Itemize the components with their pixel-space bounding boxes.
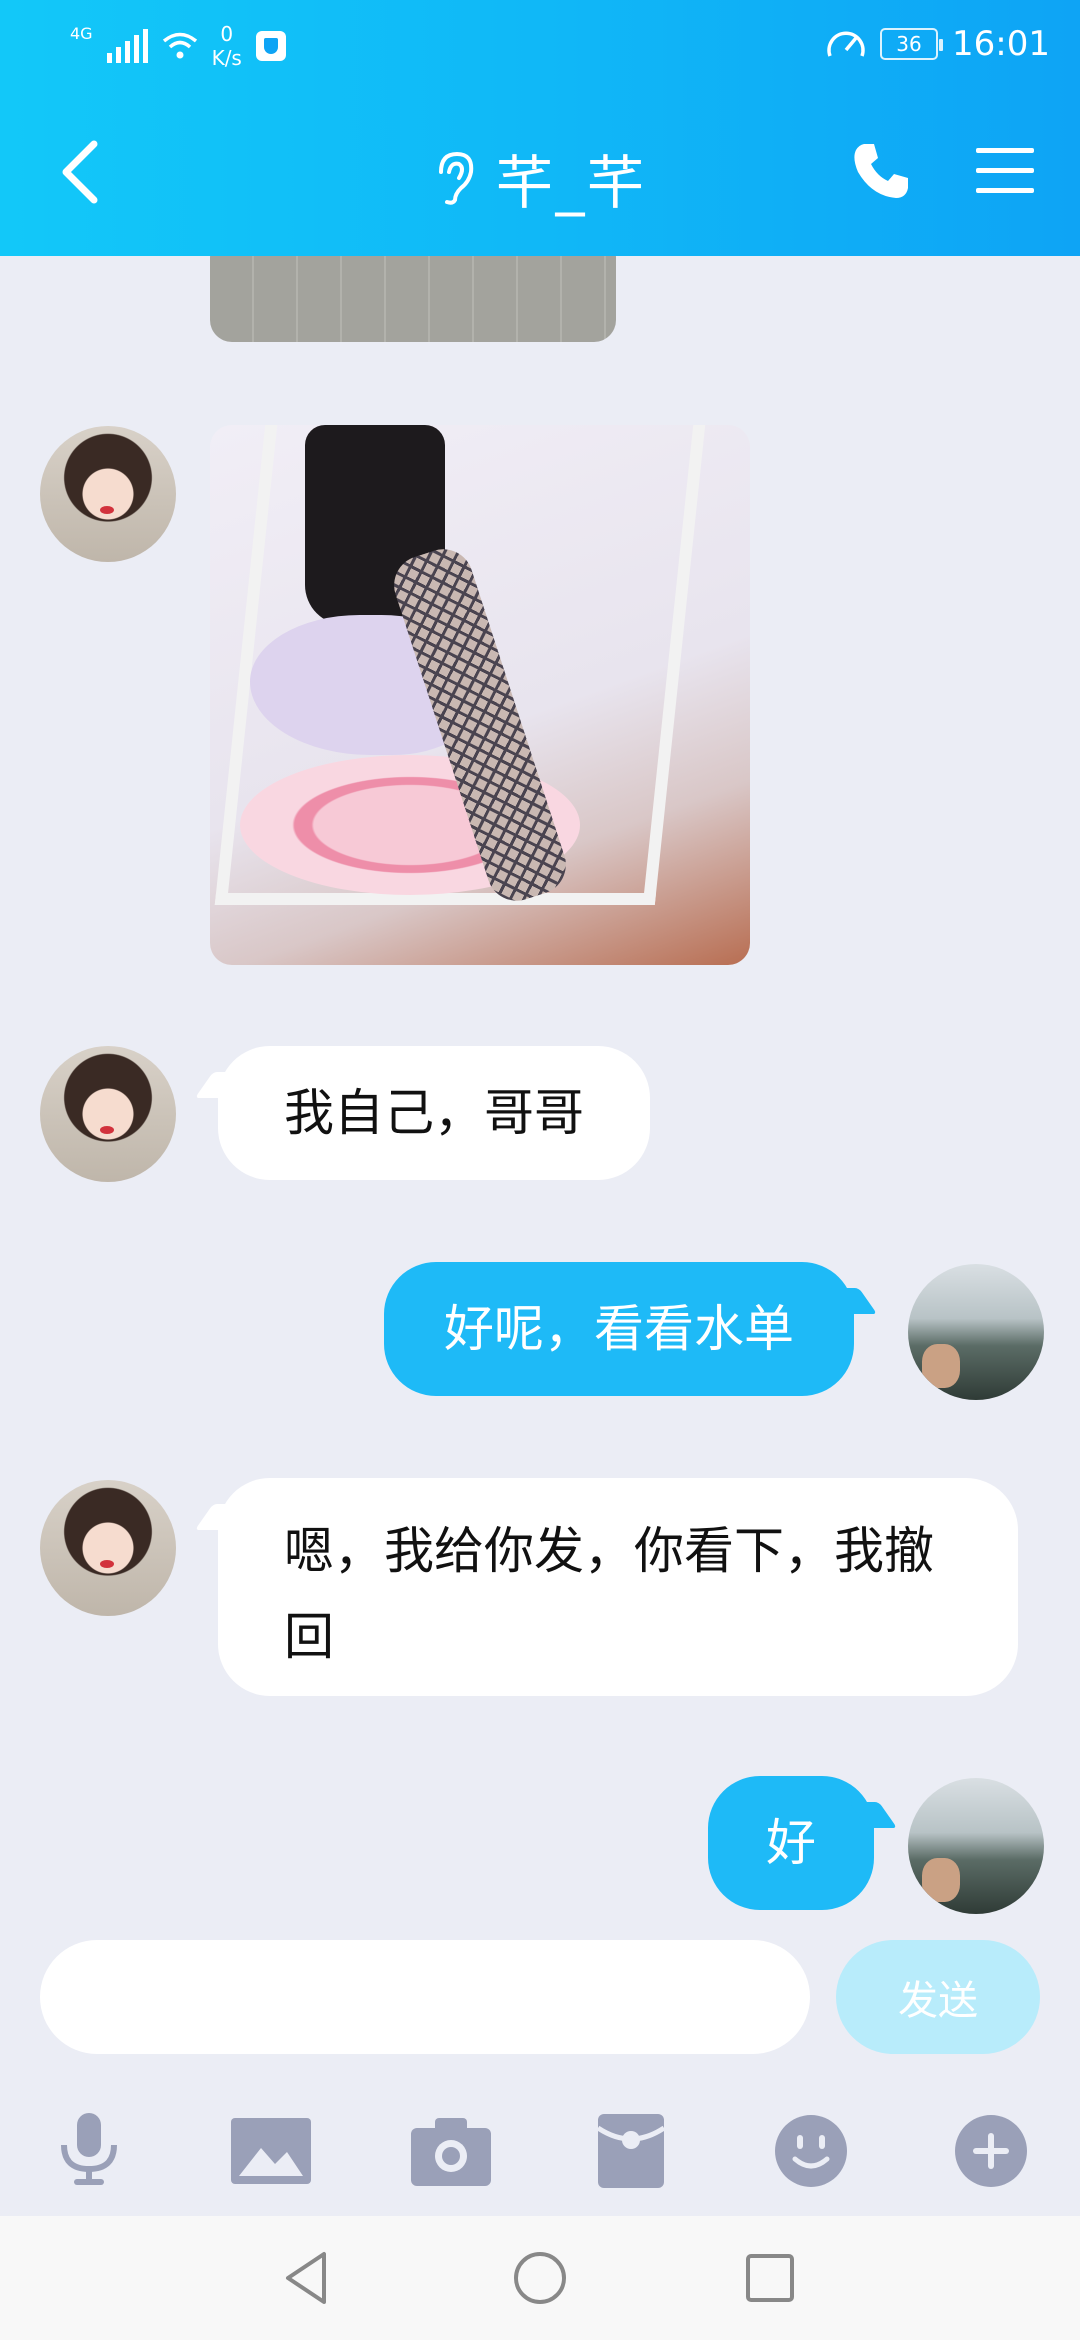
- battery-icon: 36: [880, 28, 944, 60]
- emoji-icon[interactable]: [766, 2106, 856, 2196]
- nav-home-icon[interactable]: [510, 2248, 570, 2308]
- image-icon[interactable]: [226, 2106, 316, 2196]
- my-avatar[interactable]: [908, 1264, 1044, 1400]
- camera-icon[interactable]: [406, 2106, 496, 2196]
- security-shield-icon: [255, 31, 286, 61]
- send-button[interactable]: 发送: [836, 1940, 1040, 2054]
- plus-icon[interactable]: [946, 2106, 1036, 2196]
- message-text: 嗯，我给你发，你看下，我撤回: [284, 1522, 934, 1666]
- ear-icon: [439, 151, 474, 205]
- status-bar: 4G 0 K/s 36 16:01: [0, 0, 1080, 90]
- message-text: 好: [766, 1814, 816, 1872]
- chat-navbar: 芊_芊: [0, 126, 1080, 222]
- my-avatar[interactable]: [908, 1778, 1044, 1914]
- microphone-icon[interactable]: [44, 2106, 134, 2196]
- phone-icon[interactable]: [850, 140, 912, 202]
- contact-avatar[interactable]: [40, 1046, 176, 1182]
- message-list[interactable]: 我自己，哥哥 好呢，看看水单 嗯，我给你发，你看下，我撤回 好: [0, 256, 1080, 1936]
- image-message[interactable]: [210, 425, 750, 965]
- clock: 16:01: [952, 24, 1050, 64]
- composer: 发送: [0, 1936, 1080, 2066]
- network-speed: 0 K/s: [211, 22, 242, 70]
- speedometer-icon: [827, 31, 865, 57]
- chat-title: 芊_芊: [495, 149, 647, 217]
- wifi-icon: [162, 32, 197, 59]
- top-header: 4G 0 K/s 36 16:01 芊_芊: [0, 0, 1080, 256]
- red-packet-icon[interactable]: [586, 2106, 676, 2196]
- message-text: 我自己，哥哥: [284, 1084, 584, 1142]
- message-input[interactable]: [40, 1940, 810, 2054]
- incoming-message-bubble[interactable]: 嗯，我给你发，你看下，我撤回: [194, 1478, 1018, 1696]
- message-text: 好呢，看看水单: [444, 1300, 794, 1358]
- input-toolbar: [0, 2086, 1080, 2216]
- nav-recents-icon[interactable]: [740, 2248, 800, 2308]
- outgoing-message-bubble[interactable]: 好: [708, 1776, 898, 1910]
- contact-avatar[interactable]: [40, 426, 176, 562]
- signal-icon: [106, 29, 148, 63]
- image-message[interactable]: [210, 256, 616, 342]
- nav-back-icon[interactable]: [278, 2248, 338, 2308]
- incoming-message-bubble[interactable]: 我自己，哥哥: [194, 1046, 650, 1180]
- menu-icon[interactable]: [974, 144, 1036, 198]
- contact-avatar[interactable]: [40, 1480, 176, 1616]
- outgoing-message-bubble[interactable]: 好呢，看看水单: [384, 1262, 878, 1396]
- system-nav-bar: [0, 2216, 1080, 2340]
- network-type: 4G: [70, 24, 93, 43]
